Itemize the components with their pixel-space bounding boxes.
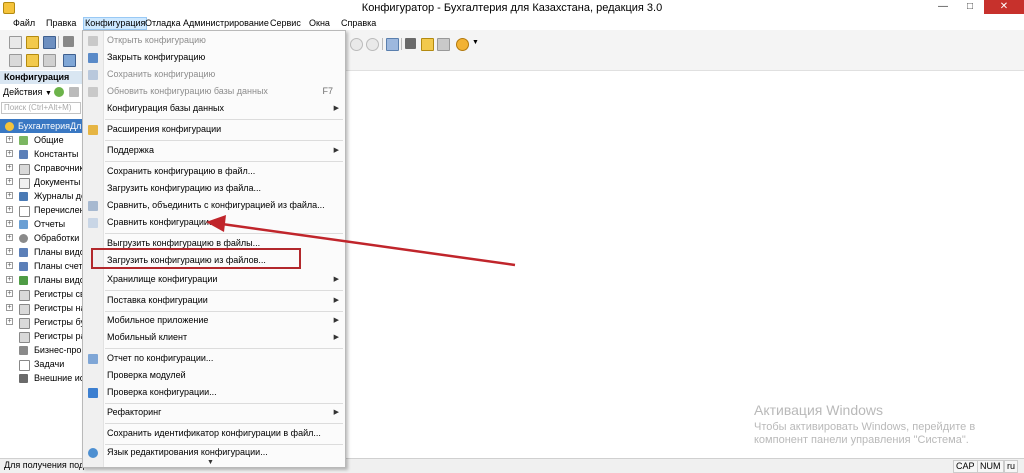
annotation-arrow-line <box>221 222 516 267</box>
annotation-arrow-head <box>206 215 226 232</box>
annotation-arrow <box>206 215 516 267</box>
